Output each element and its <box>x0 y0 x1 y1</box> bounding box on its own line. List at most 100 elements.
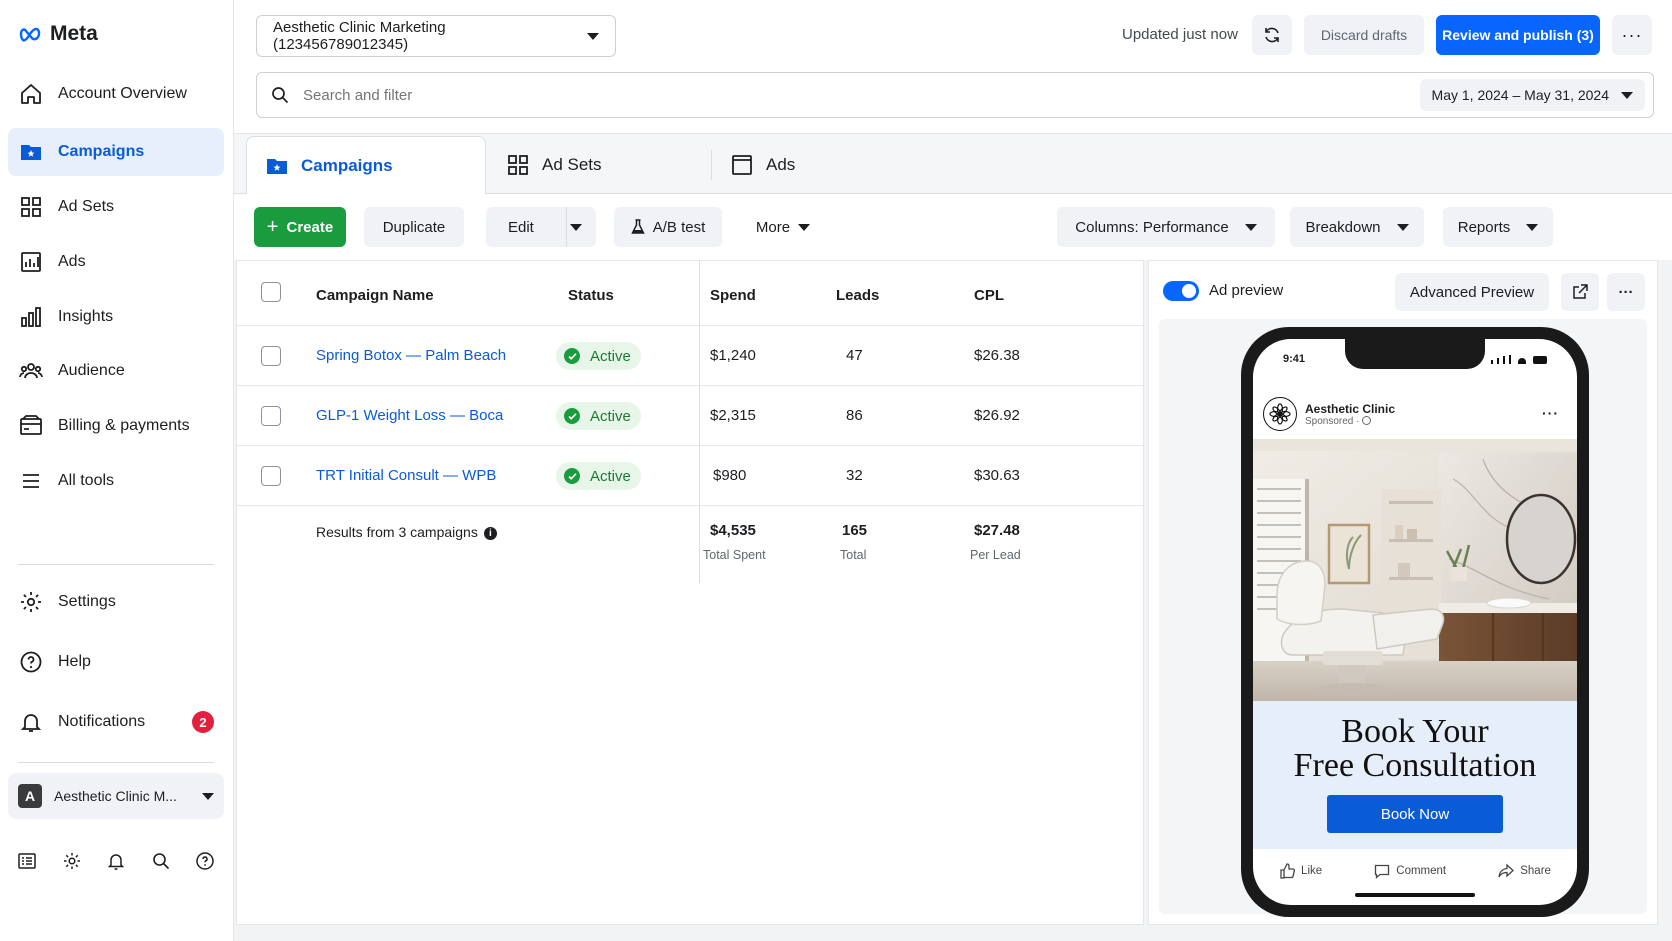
sidebar: Meta Account Overview Campaigns Ad Sets … <box>0 0 234 941</box>
search-input[interactable] <box>303 86 903 104</box>
ad-account-select-value: Aesthetic Clinic Marketing (123456789012… <box>273 19 446 53</box>
sidebar-item-insights[interactable]: Insights <box>8 293 224 341</box>
header-cpl[interactable]: CPL <box>974 287 1004 304</box>
campaign-name-link[interactable]: TRT Initial Consult — WPB <box>316 467 496 484</box>
ad-creative-image <box>1253 439 1577 701</box>
sidebar-item-notifications[interactable]: Notifications 2 <box>8 698 224 746</box>
sidebar-item-audience[interactable]: Audience <box>8 347 224 395</box>
header-status[interactable]: Status <box>568 287 614 304</box>
chevron-down-icon <box>798 223 811 231</box>
campaign-folder-icon <box>18 139 44 165</box>
edit-button[interactable]: Edit <box>486 207 596 247</box>
row-checkbox[interactable] <box>261 466 281 486</box>
table-row[interactable]: GLP-1 Weight Loss — Boca Active $2,315 8… <box>237 386 1143 446</box>
sidebar-item-label: All tools <box>58 472 115 489</box>
leads-value: 32 <box>846 467 863 484</box>
ad-cta-zone: Book Your Free Consultation Book Now <box>1253 701 1577 849</box>
edit-button-label: Edit <box>508 218 534 236</box>
help-icon[interactable] <box>194 850 216 872</box>
clinic-lotus-icon[interactable] <box>1263 397 1297 431</box>
chevron-down-icon <box>587 32 599 40</box>
cpl-value: $30.63 <box>974 467 1020 484</box>
more-options-button[interactable]: ··· <box>1612 15 1652 55</box>
refresh-button[interactable] <box>1252 15 1292 55</box>
columns-dropdown[interactable]: Columns: Performance <box>1057 207 1275 247</box>
chevron-down-icon <box>1244 223 1257 231</box>
create-button[interactable]: + Create <box>254 207 346 247</box>
campaign-name-link[interactable]: GLP-1 Weight Loss — Boca <box>316 407 503 424</box>
discard-drafts-button[interactable]: Discard drafts <box>1304 15 1424 55</box>
preview-more-button[interactable]: ··· <box>1607 273 1645 311</box>
campaigns-table: Campaign Name Status Spend Leads CPL Spr… <box>236 260 1144 925</box>
header-leads[interactable]: Leads <box>836 287 879 304</box>
comment-action[interactable]: Comment <box>1374 863 1446 879</box>
tab-ads[interactable]: Ads <box>712 136 932 194</box>
share-action[interactable]: Share <box>1498 863 1551 879</box>
duplicate-button[interactable]: Duplicate <box>364 207 464 247</box>
reports-dropdown[interactable]: Reports <box>1443 207 1553 247</box>
breakdown-dropdown[interactable]: Breakdown <box>1290 207 1424 247</box>
account-switcher[interactable]: A Aesthetic Clinic M... <box>8 773 224 819</box>
row-checkbox[interactable] <box>261 346 281 366</box>
sidebar-item-account-overview[interactable]: Account Overview <box>8 70 224 118</box>
globe-icon <box>1362 415 1372 425</box>
sidebar-item-label: Account Overview <box>58 85 187 102</box>
like-action[interactable]: Like <box>1279 863 1322 879</box>
people-icon <box>18 358 44 384</box>
status-badge: Active <box>556 462 641 490</box>
more-dropdown[interactable]: More <box>738 207 828 247</box>
sidebar-item-settings[interactable]: Settings <box>8 578 224 626</box>
ad-account-select[interactable]: Aesthetic Clinic Marketing (123456789012… <box>256 15 616 57</box>
sidebar-item-billing[interactable]: Billing & payments <box>8 402 224 450</box>
tab-campaigns[interactable]: Campaigns <box>246 136 486 194</box>
search-icon[interactable] <box>150 850 172 872</box>
level-tabs: Campaigns Ad Sets Ads <box>234 134 1672 194</box>
phone-mockup: 9:41 Aesthetic Clinic Sponsored · ··· Bo… <box>1241 327 1589 917</box>
review-publish-button[interactable]: Review and publish (3) <box>1436 15 1600 55</box>
ad-headline: Book Your Free Consultation <box>1253 701 1577 783</box>
meta-logo[interactable]: Meta <box>18 22 98 46</box>
updated-status: Updated just now <box>1122 26 1238 43</box>
row-checkbox[interactable] <box>261 406 281 426</box>
grid-icon <box>508 155 528 175</box>
billing-icon <box>18 413 44 439</box>
open-external-button[interactable] <box>1561 273 1599 311</box>
sidebar-item-help[interactable]: Help <box>8 638 224 686</box>
header-spend[interactable]: Spend <box>710 287 756 304</box>
campaign-folder-icon <box>267 158 287 174</box>
select-all-checkbox[interactable] <box>261 282 281 302</box>
notification-count-badge: 2 <box>192 711 214 733</box>
sidebar-item-ads[interactable]: Ads <box>8 238 224 286</box>
account-avatar: A <box>18 784 42 808</box>
ad-preview-toggle[interactable] <box>1163 281 1199 301</box>
action-toolbar: + Create Duplicate Edit A/B test More Co… <box>234 194 1672 260</box>
settings-icon[interactable] <box>61 850 83 872</box>
page-name[interactable]: Aesthetic Clinic <box>1305 402 1395 416</box>
status-badge: Active <box>556 402 641 430</box>
list-view-icon[interactable] <box>16 850 38 872</box>
avg-cpl-caption: Per Lead <box>970 548 1021 562</box>
phone-time: 9:41 <box>1283 353 1306 365</box>
date-range-picker[interactable]: May 1, 2024 – May 31, 2024 <box>1419 79 1645 111</box>
sponsored-label: Sponsored · <box>1305 415 1395 427</box>
total-leads-caption: Total <box>840 548 867 562</box>
advanced-preview-button[interactable]: Advanced Preview <box>1395 273 1549 311</box>
book-now-button[interactable]: Book Now <box>1327 795 1503 833</box>
tab-ad-sets[interactable]: Ad Sets <box>488 136 708 194</box>
chevron-down-icon[interactable] <box>570 224 582 231</box>
info-icon[interactable]: i <box>483 527 497 540</box>
ab-test-button[interactable]: A/B test <box>614 207 722 247</box>
tab-label: Campaigns <box>301 155 393 175</box>
search-filter-bar[interactable]: May 1, 2024 – May 31, 2024 <box>256 72 1654 118</box>
campaign-name-link[interactable]: Spring Botox — Palm Beach <box>316 347 506 364</box>
header-campaign-name[interactable]: Campaign Name <box>316 287 434 304</box>
spend-value: $2,315 <box>710 407 756 424</box>
sidebar-item-ad-sets[interactable]: Ad Sets <box>8 183 224 231</box>
ellipsis-icon[interactable]: ··· <box>1542 405 1559 421</box>
table-row[interactable]: TRT Initial Consult — WPB Active $980 32… <box>237 446 1143 506</box>
sidebar-item-campaigns[interactable]: Campaigns <box>8 128 224 176</box>
comment-icon <box>1375 864 1390 879</box>
sidebar-item-all-tools[interactable]: All tools <box>8 457 224 505</box>
bell-icon[interactable] <box>105 850 127 872</box>
table-row[interactable]: Spring Botox — Palm Beach Active $1,240 … <box>237 326 1143 386</box>
